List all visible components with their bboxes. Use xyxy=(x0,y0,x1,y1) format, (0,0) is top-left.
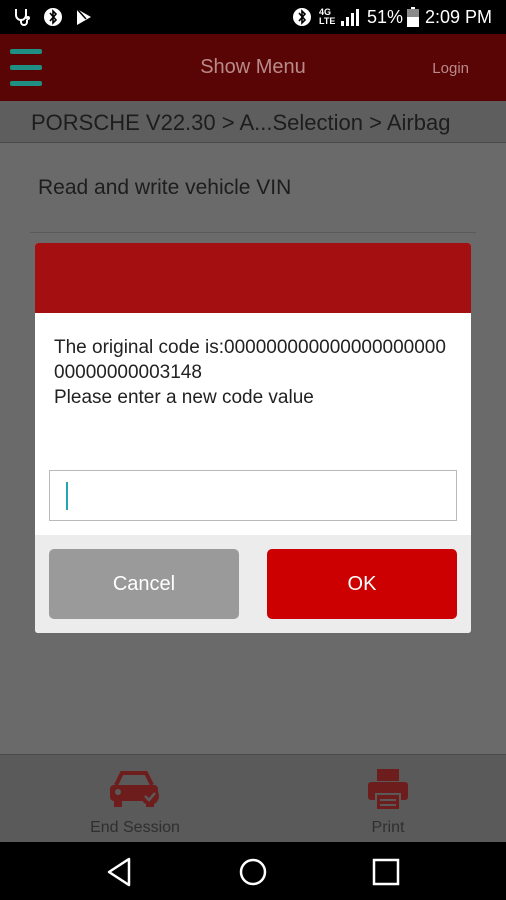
battery-icon xyxy=(406,7,420,27)
dialog-header xyxy=(35,243,471,313)
list-item[interactable]: Read and write vehicle VIN xyxy=(30,143,476,233)
clock: 2:09 PM xyxy=(425,7,493,27)
new-code-input[interactable] xyxy=(49,470,457,521)
list-item-label: Read and write vehicle VIN xyxy=(38,176,292,199)
breadcrumb-text: PORSCHE V22.30 > A...Selection > Airbag xyxy=(31,110,451,135)
printer-icon xyxy=(366,767,410,818)
dialog-message: The original code is:0000000000000000000… xyxy=(54,335,456,410)
battery-percent: 51% xyxy=(367,7,404,27)
code-entry-dialog: The original code is:0000000000000000000… xyxy=(35,243,471,633)
android-nav-bar xyxy=(0,842,506,900)
cancel-button[interactable]: Cancel xyxy=(49,549,239,619)
print-label: Print xyxy=(371,819,405,836)
ok-button[interactable]: OK xyxy=(267,549,457,619)
network-label: 4G LTE xyxy=(319,7,336,26)
print-button[interactable]: Print xyxy=(318,755,458,843)
status-bar: 4G LTE 51% 2:09 PM xyxy=(0,0,506,34)
car-check-icon xyxy=(106,767,164,818)
bluetooth-icon xyxy=(292,7,312,27)
bottom-toolbar: End Session Print xyxy=(0,754,506,842)
login-link[interactable]: Login xyxy=(432,60,469,77)
original-code-text: The original code is:0000000000000000000… xyxy=(54,337,446,383)
breadcrumb: PORSCHE V22.30 > A...Selection > Airbag xyxy=(0,101,506,143)
stethoscope-icon xyxy=(12,7,34,27)
end-session-button[interactable]: End Session xyxy=(65,755,205,843)
signal-icon xyxy=(340,7,362,27)
back-icon[interactable] xyxy=(103,855,137,889)
app-header: Show Menu Login xyxy=(0,34,506,101)
text-cursor xyxy=(66,482,68,510)
recent-apps-icon[interactable] xyxy=(369,855,403,889)
home-icon[interactable] xyxy=(236,855,270,889)
show-menu-title[interactable]: Show Menu xyxy=(0,56,506,79)
4g-lte-icon: 4G LTE xyxy=(319,7,337,27)
end-session-label: End Session xyxy=(90,819,180,836)
dialog-footer: Cancel OK xyxy=(35,535,471,633)
play-store-icon xyxy=(74,7,94,27)
prompt-text: Please enter a new code value xyxy=(54,387,314,408)
bluetooth-icon xyxy=(43,7,63,27)
